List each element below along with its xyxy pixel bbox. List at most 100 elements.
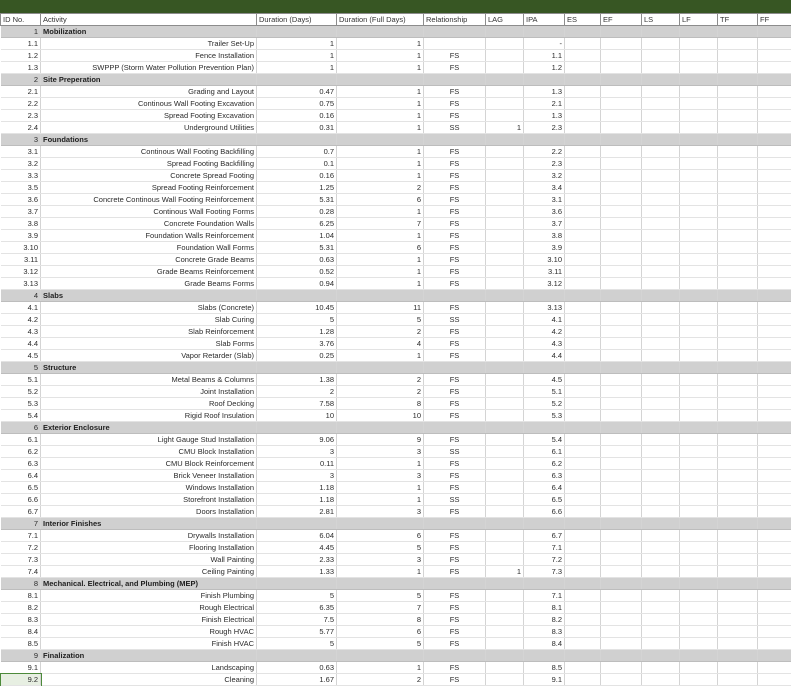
cell-empty[interactable] [679, 325, 718, 338]
cell-empty[interactable] [641, 649, 680, 662]
cell-lag[interactable] [485, 445, 524, 458]
cell-duration[interactable]: 0.63 [256, 661, 337, 674]
cell-empty[interactable] [600, 97, 642, 110]
cell-duration[interactable]: 0.1 [256, 157, 337, 170]
cell-id[interactable]: 3.13 [0, 277, 41, 290]
cell-empty[interactable] [717, 37, 758, 50]
cell-id[interactable]: 1.2 [0, 49, 41, 62]
cell-relationship[interactable]: FS [423, 193, 486, 206]
cell-empty[interactable] [641, 61, 680, 74]
cell-duration-full[interactable]: 1 [336, 205, 424, 218]
cell-duration-full[interactable]: 2 [336, 373, 424, 386]
cell-empty[interactable] [717, 421, 758, 434]
cell-empty[interactable] [600, 541, 642, 554]
cell-ipa[interactable]: 8.3 [523, 625, 565, 638]
cell-relationship[interactable]: FS [423, 397, 486, 410]
cell-empty[interactable] [717, 409, 758, 422]
cell-empty[interactable] [641, 133, 680, 146]
cell-empty[interactable] [717, 637, 758, 650]
cell-empty[interactable] [256, 577, 337, 590]
cell-ipa[interactable]: 6.6 [523, 505, 565, 518]
header-es[interactable]: ES [564, 13, 601, 26]
cell-empty[interactable] [485, 289, 524, 302]
cell-lag[interactable] [485, 505, 524, 518]
cell-duration[interactable]: 10 [256, 409, 337, 422]
cell-section-name[interactable]: Finalization [40, 649, 257, 662]
cell-empty[interactable] [641, 301, 680, 314]
cell-duration-full[interactable]: 3 [336, 445, 424, 458]
cell-relationship[interactable]: FS [423, 85, 486, 98]
cell-empty[interactable] [757, 109, 791, 122]
cell-empty[interactable] [679, 157, 718, 170]
cell-relationship[interactable]: FS [423, 325, 486, 338]
cell-empty[interactable] [641, 469, 680, 482]
cell-empty[interactable] [600, 637, 642, 650]
cell-empty[interactable] [717, 565, 758, 578]
cell-empty[interactable] [564, 577, 601, 590]
cell-empty[interactable] [641, 517, 680, 530]
cell-empty[interactable] [679, 373, 718, 386]
cell-empty[interactable] [717, 337, 758, 350]
cell-duration-full[interactable]: 2 [336, 181, 424, 194]
cell-empty[interactable] [564, 553, 601, 566]
cell-ipa[interactable]: 5.3 [523, 409, 565, 422]
cell-empty[interactable] [717, 589, 758, 602]
cell-lag[interactable] [485, 661, 524, 674]
cell-lag[interactable] [485, 301, 524, 314]
cell-empty[interactable] [564, 253, 601, 266]
cell-empty[interactable] [256, 289, 337, 302]
cell-ipa[interactable]: - [523, 37, 565, 50]
cell-duration-full[interactable]: 1 [336, 229, 424, 242]
cell-lag[interactable] [485, 457, 524, 470]
cell-empty[interactable] [757, 361, 791, 374]
cell-empty[interactable] [564, 409, 601, 422]
cell-activity[interactable]: Joint Installation [40, 385, 257, 398]
cell-empty[interactable] [641, 145, 680, 158]
cell-ipa[interactable]: 3.7 [523, 217, 565, 230]
cell-empty[interactable] [717, 181, 758, 194]
cell-duration[interactable]: 1.18 [256, 493, 337, 506]
cell-lag[interactable] [485, 397, 524, 410]
cell-duration[interactable]: 0.63 [256, 253, 337, 266]
cell-ipa[interactable]: 2.1 [523, 97, 565, 110]
cell-id[interactable]: 2.4 [0, 121, 41, 134]
cell-empty[interactable] [757, 253, 791, 266]
cell-ipa[interactable]: 4.3 [523, 337, 565, 350]
cell-duration-full[interactable]: 6 [336, 625, 424, 638]
cell-empty[interactable] [757, 337, 791, 350]
cell-activity[interactable]: Rough HVAC [40, 625, 257, 638]
cell-relationship[interactable]: FS [423, 145, 486, 158]
cell-lag[interactable] [485, 493, 524, 506]
cell-empty[interactable] [717, 469, 758, 482]
cell-empty[interactable] [600, 445, 642, 458]
cell-empty[interactable] [717, 205, 758, 218]
cell-id[interactable]: 9.1 [0, 661, 41, 674]
cell-empty[interactable] [641, 373, 680, 386]
cell-empty[interactable] [600, 373, 642, 386]
cell-relationship[interactable]: FS [423, 241, 486, 254]
cell-empty[interactable] [757, 133, 791, 146]
cell-empty[interactable] [717, 25, 758, 38]
cell-empty[interactable] [679, 541, 718, 554]
cell-empty[interactable] [717, 241, 758, 254]
cell-relationship[interactable]: SS [423, 493, 486, 506]
cell-id[interactable]: 6.3 [0, 457, 41, 470]
cell-empty[interactable] [600, 421, 642, 434]
cell-empty[interactable] [641, 577, 680, 590]
cell-activity[interactable]: Roof Decking [40, 397, 257, 410]
cell-empty[interactable] [564, 649, 601, 662]
cell-duration-full[interactable]: 6 [336, 529, 424, 542]
cell-empty[interactable] [679, 265, 718, 278]
cell-empty[interactable] [256, 73, 337, 86]
cell-relationship[interactable]: FS [423, 613, 486, 626]
cell-relationship[interactable]: FS [423, 541, 486, 554]
cell-ipa[interactable]: 6.2 [523, 457, 565, 470]
cell-empty[interactable] [523, 289, 565, 302]
cell-activity[interactable]: Rough Electrical [40, 601, 257, 614]
cell-empty[interactable] [641, 625, 680, 638]
cell-activity[interactable]: Grading and Layout [40, 85, 257, 98]
cell-ipa[interactable]: 8.1 [523, 601, 565, 614]
cell-ipa[interactable]: 3.8 [523, 229, 565, 242]
cell-empty[interactable] [679, 673, 718, 686]
cell-empty[interactable] [679, 145, 718, 158]
